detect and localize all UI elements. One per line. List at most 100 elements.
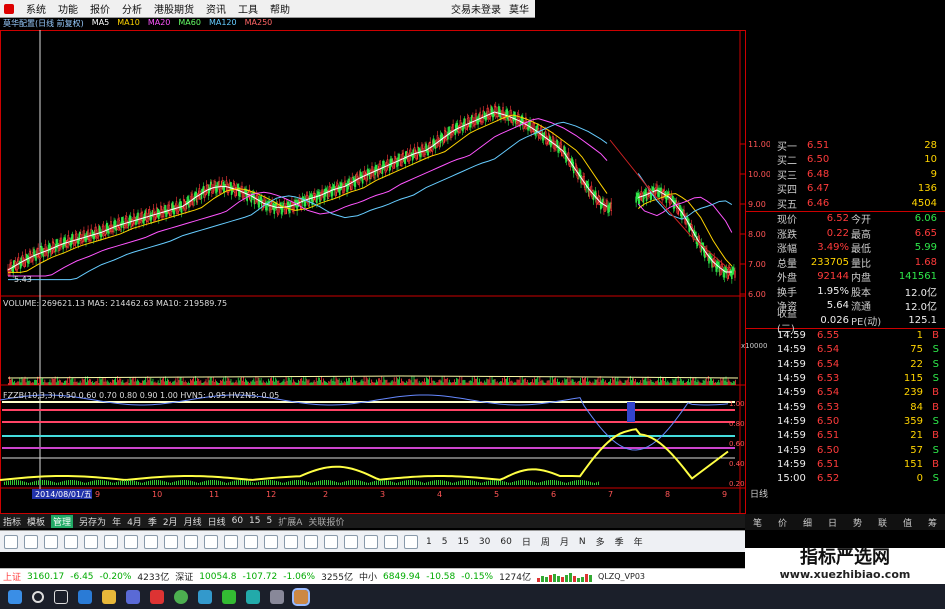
toolbar-button[interactable]: 管理: [51, 514, 74, 528]
menu-item-hk-futures[interactable]: 港股期货: [154, 1, 194, 16]
menu-item-analysis[interactable]: 分析: [122, 1, 142, 16]
app-icon-blue[interactable]: [198, 589, 212, 604]
flag-icon[interactable]: [364, 534, 378, 549]
toolbar-button[interactable]: 模板: [27, 515, 45, 528]
toolbar-button[interactable]: 日线: [208, 515, 226, 528]
volume-bar: [447, 382, 449, 385]
volume-bar: [390, 381, 392, 385]
back-icon[interactable]: [64, 534, 78, 549]
panel-tab[interactable]: 日: [828, 516, 837, 529]
period-button[interactable]: 多: [594, 535, 607, 548]
help-icon[interactable]: [284, 534, 298, 549]
forward-icon[interactable]: [84, 534, 98, 549]
period-button[interactable]: 1: [424, 537, 434, 547]
zx-index-name[interactable]: 中小: [359, 570, 377, 583]
toolbar-button[interactable]: 5: [267, 516, 273, 526]
panel-tab[interactable]: 联: [878, 516, 887, 529]
panel-tab[interactable]: 筹: [928, 516, 937, 529]
grid-icon[interactable]: [164, 534, 178, 549]
app-icon-gray[interactable]: [270, 589, 284, 604]
bid-row[interactable]: 买四 6.47 136: [745, 182, 945, 196]
period-button[interactable]: 月: [558, 535, 571, 548]
period-button[interactable]: 30: [477, 537, 492, 547]
toolbar-button[interactable]: 2月: [163, 515, 178, 528]
export-icon[interactable]: [404, 534, 418, 549]
toolbar-button[interactable]: 年: [112, 515, 121, 528]
period-button[interactable]: 5: [440, 537, 450, 547]
app-icon-teal[interactable]: [246, 589, 260, 604]
period-button[interactable]: 周: [539, 535, 552, 548]
panel-tab[interactable]: 值: [903, 516, 912, 529]
store-icon[interactable]: [126, 589, 140, 604]
chart-type-icon[interactable]: [144, 534, 158, 549]
indicator-bar: [178, 480, 179, 485]
menu-item-help[interactable]: 帮助: [270, 1, 290, 16]
volume-bar: [691, 380, 693, 385]
pen-icon[interactable]: [324, 534, 338, 549]
period-button[interactable]: 15: [455, 537, 470, 547]
windows-start-icon[interactable]: [8, 589, 22, 604]
indicator-bar: [416, 480, 417, 485]
bid-row[interactable]: 买三 6.48 9: [745, 167, 945, 182]
bid-row[interactable]: 买二 6.50 10: [745, 153, 945, 167]
edge-browser-icon[interactable]: [78, 589, 92, 604]
bid-row[interactable]: 买五 6.46 4504: [745, 196, 945, 211]
task-view-icon[interactable]: [54, 589, 68, 604]
volume-bar: [110, 382, 112, 385]
zoom-out-icon[interactable]: [44, 534, 58, 549]
sz-index-name[interactable]: 深证: [175, 570, 193, 583]
trade-login-status[interactable]: 交易未登录: [451, 1, 501, 16]
window-icon[interactable]: [264, 534, 278, 549]
extension-tab[interactable]: 关联报价: [308, 515, 344, 528]
cursor-icon[interactable]: [4, 534, 18, 549]
panel-tab[interactable]: 细: [803, 516, 812, 529]
menu-item-system[interactable]: 系统: [26, 1, 46, 16]
period-button[interactable]: 年: [632, 535, 645, 548]
toolbar-button[interactable]: 60: [232, 516, 243, 526]
settings-icon[interactable]: [224, 534, 238, 549]
toolbar-button[interactable]: 15: [249, 516, 260, 526]
menu-item-info[interactable]: 资讯: [206, 1, 226, 16]
tick-row: 14:59 6.50 57 S: [745, 443, 945, 457]
tick-list[interactable]: 14:59 6.55 1 B 14:59 6.54 75 S 14:59 6.54 …: [745, 329, 945, 486]
toolbar-button[interactable]: 季: [148, 515, 157, 528]
menu-item-quote[interactable]: 报价: [90, 1, 110, 16]
file-explorer-icon[interactable]: [102, 589, 116, 604]
draw-line-icon[interactable]: [124, 534, 138, 549]
toolbar-button[interactable]: 月线: [184, 515, 202, 528]
zoom-in-icon[interactable]: [24, 534, 38, 549]
bid-row[interactable]: 买一 6.51 28: [745, 138, 945, 153]
period-button[interactable]: 日: [520, 535, 533, 548]
menu-item-function[interactable]: 功能: [58, 1, 78, 16]
move-icon[interactable]: [344, 534, 358, 549]
period-button[interactable]: N: [577, 537, 588, 547]
app-icon-red[interactable]: [150, 589, 164, 604]
search-icon[interactable]: [32, 590, 44, 603]
indicator-bar: [548, 480, 549, 485]
sh-index-name[interactable]: 上证: [3, 570, 21, 583]
volume-bar: [14, 380, 16, 385]
toolbar-button[interactable]: 4月: [127, 515, 142, 528]
table-icon[interactable]: [244, 534, 258, 549]
period-button[interactable]: 60: [498, 537, 513, 547]
lock-icon[interactable]: [304, 534, 318, 549]
print-icon[interactable]: [184, 534, 198, 549]
panel-tab[interactable]: 价: [778, 516, 787, 529]
period-button[interactable]: 季: [613, 535, 626, 548]
extension-tab[interactable]: 扩展A: [278, 515, 302, 528]
menu-item-tools[interactable]: 工具: [238, 1, 258, 16]
search-icon[interactable]: [384, 534, 398, 549]
copy-icon[interactable]: [204, 534, 218, 549]
stock-chart-canvas[interactable]: 11.0010.009.008.007.006.00 5.43 x10000 1…: [0, 30, 770, 514]
volume-bar: [236, 382, 238, 385]
panel-tab[interactable]: 势: [853, 516, 862, 529]
indicator-bar: [142, 482, 143, 485]
stock-app-icon[interactable]: [292, 587, 310, 606]
toolbar-button[interactable]: 另存为: [79, 515, 106, 528]
toolbar-button[interactable]: 指标: [3, 515, 21, 528]
volume-bar: [283, 379, 285, 385]
chrome-icon[interactable]: [174, 589, 188, 604]
app-icon-green[interactable]: [222, 589, 236, 604]
panel-tab[interactable]: 笔: [753, 516, 762, 529]
refresh-icon[interactable]: [104, 534, 118, 549]
